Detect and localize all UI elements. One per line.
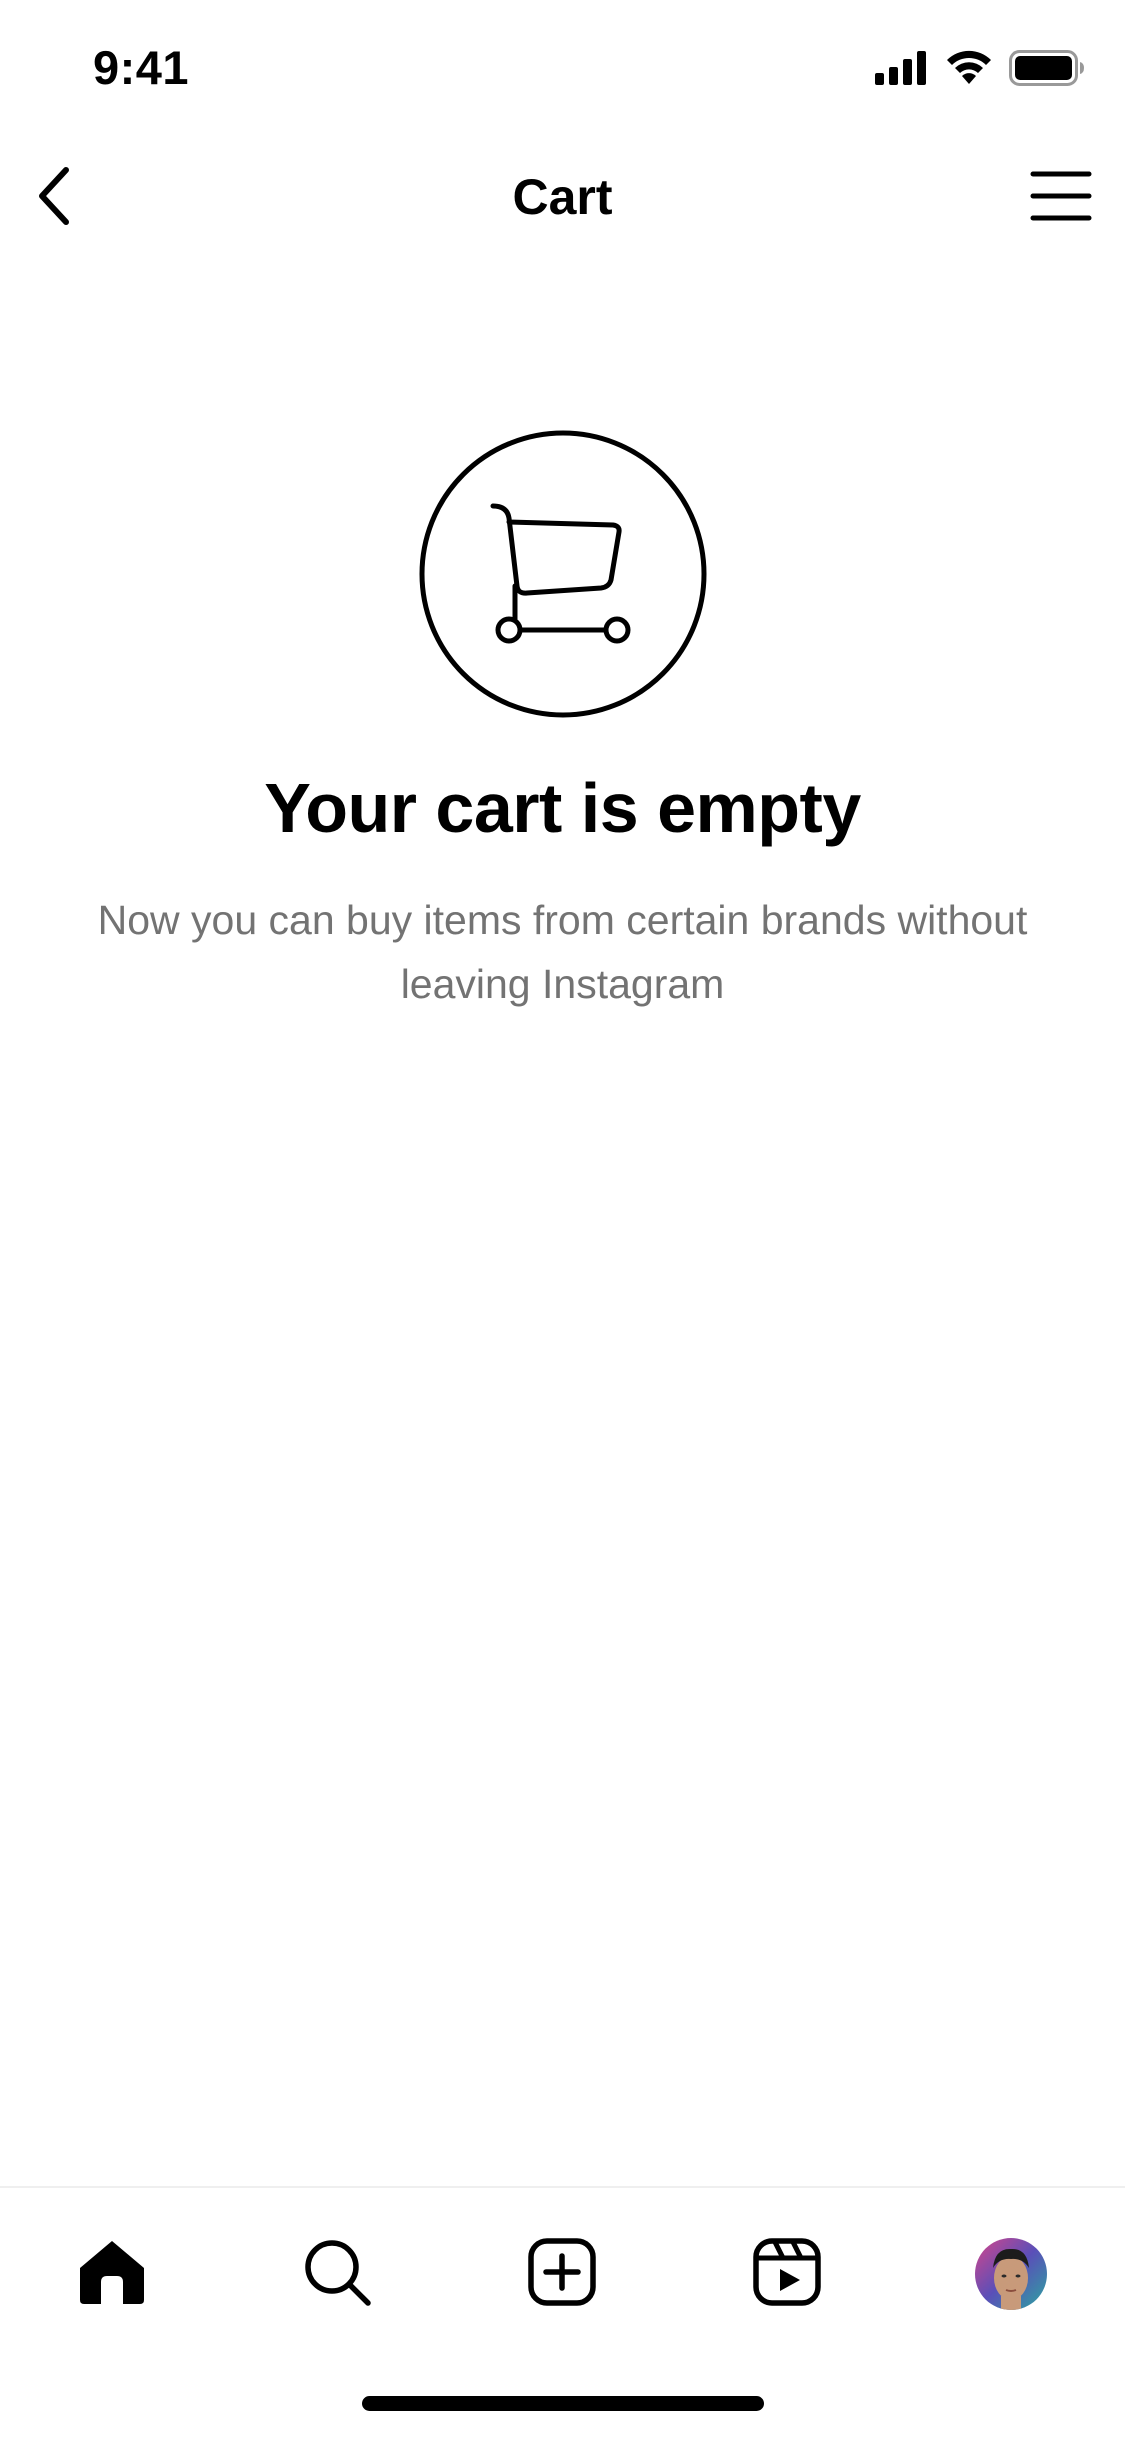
tab-reels[interactable] (737, 2224, 837, 2324)
empty-state: Your cart is empty Now you can buy items… (0, 430, 1125, 1016)
search-icon (302, 2237, 372, 2312)
menu-button[interactable] (1025, 162, 1097, 234)
battery-icon (1009, 49, 1085, 91)
nav-header: Cart (0, 132, 1125, 264)
empty-state-title: Your cart is empty (264, 769, 861, 847)
wifi-icon (945, 50, 993, 91)
status-time: 9:41 (93, 41, 190, 94)
hamburger-menu-icon (1030, 170, 1092, 227)
empty-state-subtitle: Now you can buy items from certain brand… (97, 897, 1028, 1007)
tab-create[interactable] (512, 2224, 612, 2324)
tab-home[interactable] (62, 2224, 162, 2324)
page-title: Cart (512, 169, 613, 225)
add-post-icon (528, 2237, 596, 2311)
profile-avatar (975, 2238, 1047, 2310)
home-indicator (362, 2396, 764, 2411)
status-icons (875, 48, 1085, 92)
tab-profile[interactable] (961, 2224, 1061, 2324)
reels-icon (753, 2237, 821, 2311)
shopping-cart-icon (0, 430, 1125, 718)
home-icon (77, 2238, 147, 2311)
status-bar: 9:41 (0, 0, 1125, 132)
tab-search[interactable] (287, 2224, 387, 2324)
cellular-signal-icon (875, 50, 929, 90)
